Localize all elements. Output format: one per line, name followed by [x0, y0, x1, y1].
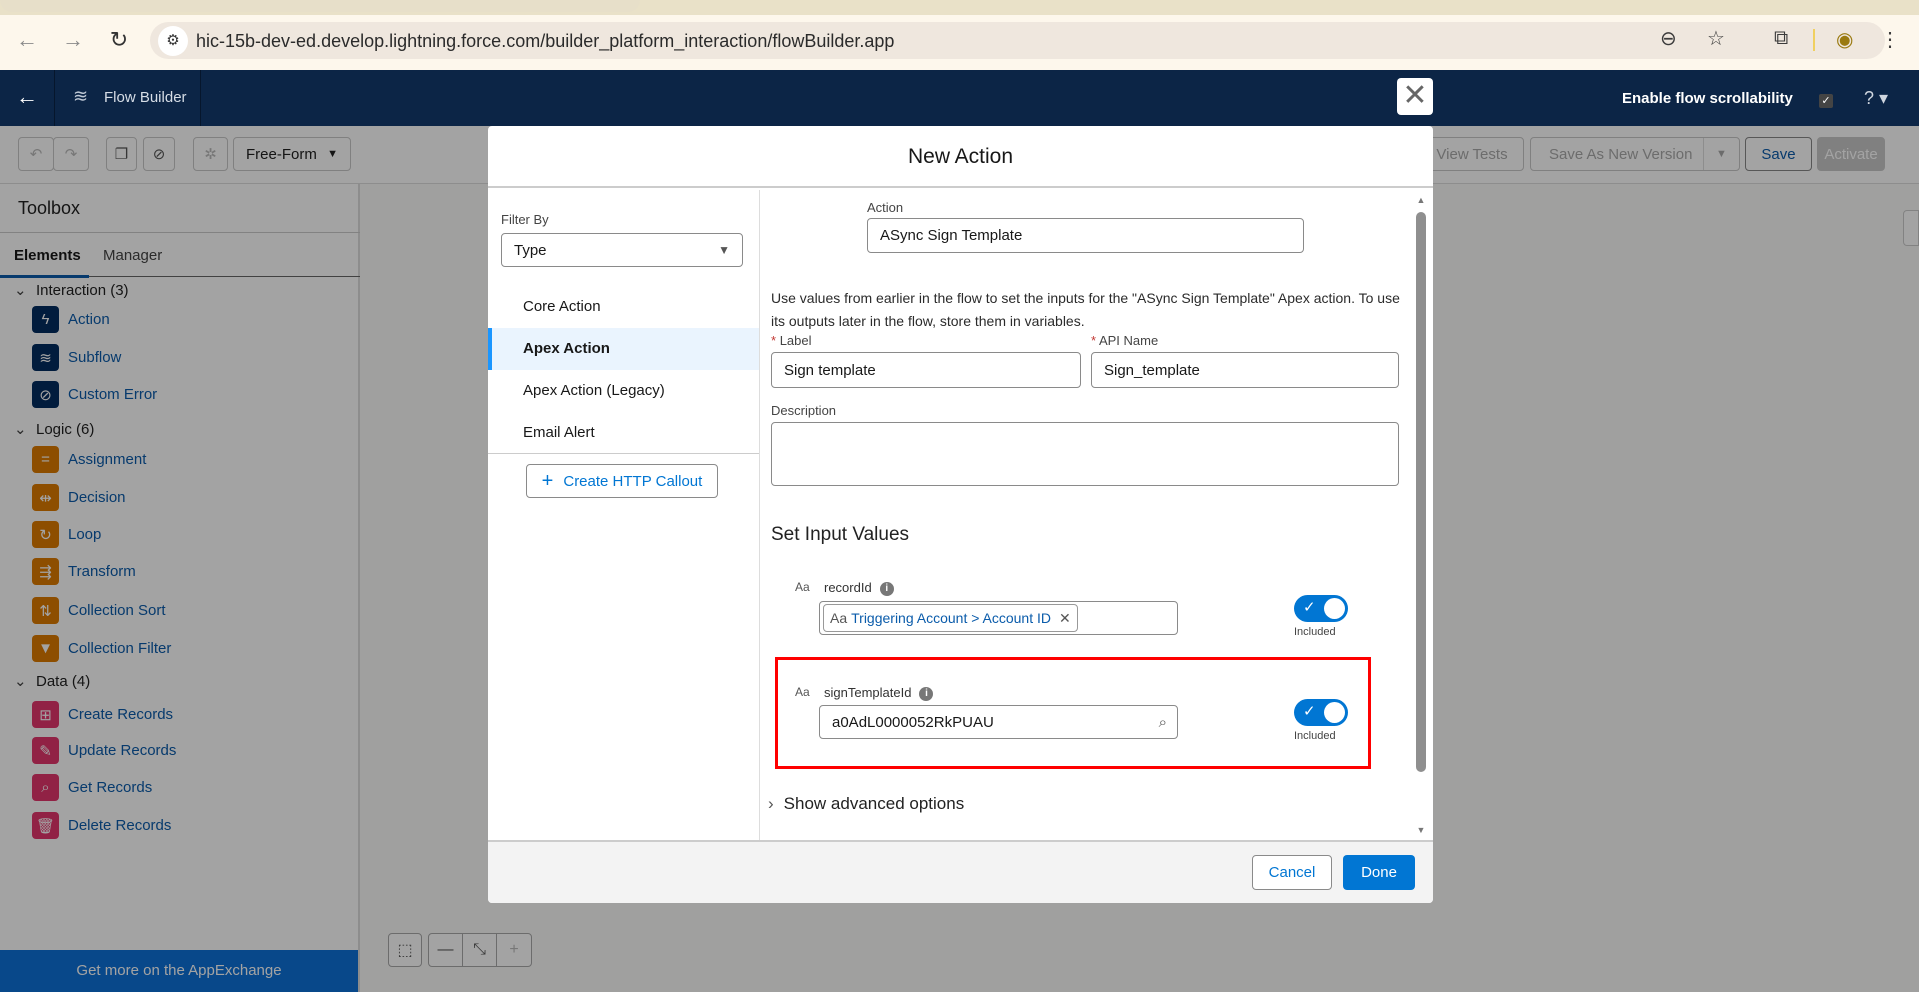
- input-name: signTemplateId: [824, 685, 912, 700]
- back-arrow-icon[interactable]: ←: [14, 84, 40, 110]
- scroll-up-icon[interactable]: ▲: [1415, 195, 1427, 205]
- description-label: Description: [771, 403, 837, 418]
- info-icon[interactable]: i: [879, 581, 894, 596]
- filter-by-select[interactable]: Type ▼: [501, 233, 743, 267]
- record-id-label: recordId i: [824, 580, 894, 596]
- plus-icon: +: [541, 469, 554, 492]
- star-icon[interactable]: ☆: [1707, 26, 1725, 51]
- close-modal-button[interactable]: ✕: [1397, 78, 1433, 115]
- required-marker: *: [771, 333, 777, 348]
- done-button[interactable]: Done: [1343, 855, 1415, 890]
- scrollability-label: Enable flow scrollability: [1622, 90, 1793, 107]
- text-type-icon: Aa: [795, 580, 810, 594]
- check-icon: ✓: [1303, 599, 1316, 616]
- site-info-icon[interactable]: ⚙: [158, 26, 188, 56]
- included-label: Included: [1294, 626, 1336, 638]
- action-category-pane: Filter By Type ▼ Core Action Apex Action …: [488, 190, 760, 840]
- scrollbar[interactable]: ▲ ▼: [1415, 195, 1427, 835]
- cancel-button[interactable]: Cancel: [1252, 855, 1332, 890]
- modal-footer: Cancel Done: [488, 840, 1433, 903]
- url-text[interactable]: hic-15b-dev-ed.develop.lightning.force.c…: [196, 31, 894, 52]
- scrollability-checkbox[interactable]: ✓: [1819, 94, 1833, 108]
- scrollbar-thumb[interactable]: [1416, 212, 1426, 772]
- action-config-pane: Action ASync Sign Template Use values fr…: [760, 190, 1433, 840]
- menu-icon[interactable]: ⋮: [1880, 27, 1900, 52]
- category-apex-action[interactable]: Apex Action: [488, 328, 759, 370]
- browser-tab[interactable]: [0, 0, 640, 12]
- text-type-icon: Aa: [830, 610, 848, 626]
- reload-icon[interactable]: ↻: [104, 27, 134, 53]
- filter-by-value: Type: [514, 241, 547, 259]
- back-icon[interactable]: ←: [12, 27, 42, 53]
- label-field[interactable]: Sign template: [771, 352, 1081, 388]
- extensions-icon[interactable]: ⧉: [1774, 27, 1788, 50]
- included-label: Included: [1294, 730, 1336, 742]
- divider: [200, 70, 201, 126]
- category-core-action[interactable]: Core Action: [488, 286, 759, 328]
- remove-icon[interactable]: ✕: [1059, 610, 1071, 627]
- instructions-text: Use values from earlier in the flow to s…: [771, 290, 1400, 329]
- new-action-modal: New Action Filter By Type ▼ Core Action A…: [488, 126, 1433, 903]
- divider: [488, 453, 759, 454]
- flow-builder-header: ← ≋ Flow Builder Enable flow scrollabili…: [0, 70, 1919, 126]
- record-id-included-toggle[interactable]: ✓: [1294, 595, 1348, 622]
- description-textarea[interactable]: [771, 422, 1399, 486]
- show-advanced-options-toggle[interactable]: › Show advanced options: [768, 794, 964, 814]
- action-label: Action: [867, 200, 904, 215]
- text-type-icon: Aa: [795, 685, 810, 699]
- info-icon[interactable]: i: [919, 686, 934, 701]
- set-input-values-heading: Set Input Values: [771, 524, 910, 545]
- chevron-right-icon: ›: [768, 794, 774, 813]
- app-title: Flow Builder: [104, 89, 187, 106]
- divider: [54, 70, 55, 126]
- api-name-text: API Name: [1098, 333, 1159, 348]
- search-icon[interactable]: ⌕: [1159, 714, 1167, 731]
- divider: [1813, 29, 1815, 51]
- label-text: Label: [779, 333, 812, 348]
- zoom-out-icon[interactable]: ⊖: [1660, 26, 1677, 51]
- api-name-field[interactable]: Sign_template: [1091, 352, 1399, 388]
- category-email-alert[interactable]: Email Alert: [488, 412, 759, 454]
- help-menu[interactable]: ? ▾: [1864, 88, 1888, 109]
- filter-by-label: Filter By: [501, 212, 549, 227]
- check-icon: ✓: [1303, 703, 1316, 720]
- flow-icon: ≋: [73, 86, 89, 106]
- sign-template-id-included-toggle[interactable]: ✓: [1294, 699, 1348, 726]
- sign-template-id-label: signTemplateId i: [824, 685, 934, 701]
- chevron-down-icon: ▼: [718, 243, 730, 257]
- advanced-label: Show advanced options: [783, 794, 965, 813]
- browser-tab-strip: [0, 0, 1919, 15]
- input-name: recordId: [824, 580, 872, 595]
- create-http-callout-button[interactable]: + Create HTTP Callout: [526, 464, 718, 498]
- scroll-down-icon[interactable]: ▼: [1415, 825, 1427, 835]
- label-field-label: * Label: [771, 333, 812, 348]
- pill-label: Triggering Account > Account ID: [851, 610, 1051, 626]
- create-http-callout-label: Create HTTP Callout: [563, 472, 703, 490]
- toggle-knob: [1324, 702, 1345, 723]
- modal-title: New Action: [488, 126, 1433, 188]
- browser-toolbar: ← → ↻ ⚙ hic-15b-dev-ed.develop.lightning…: [0, 15, 1919, 70]
- record-id-field[interactable]: Aa Triggering Account > Account ID ✕: [819, 601, 1178, 635]
- required-marker: *: [1091, 333, 1097, 348]
- api-name-field-label: * API Name: [1091, 333, 1158, 348]
- category-apex-action-legacy[interactable]: Apex Action (Legacy): [488, 370, 759, 412]
- close-icon: ✕: [1402, 79, 1428, 112]
- forward-icon[interactable]: →: [58, 27, 88, 53]
- record-id-pill[interactable]: Aa Triggering Account > Account ID ✕: [823, 604, 1078, 632]
- action-field[interactable]: ASync Sign Template: [867, 218, 1304, 253]
- toggle-knob: [1324, 598, 1345, 619]
- profile-icon[interactable]: ◉: [1836, 27, 1853, 52]
- sign-template-id-field[interactable]: a0AdL0000052RkPUAU ⌕: [819, 705, 1178, 739]
- address-bar[interactable]: ⚙ hic-15b-dev-ed.develop.lightning.force…: [150, 22, 1885, 59]
- help-icon: ?: [1864, 88, 1875, 108]
- field-value: a0AdL0000052RkPUAU: [832, 713, 994, 731]
